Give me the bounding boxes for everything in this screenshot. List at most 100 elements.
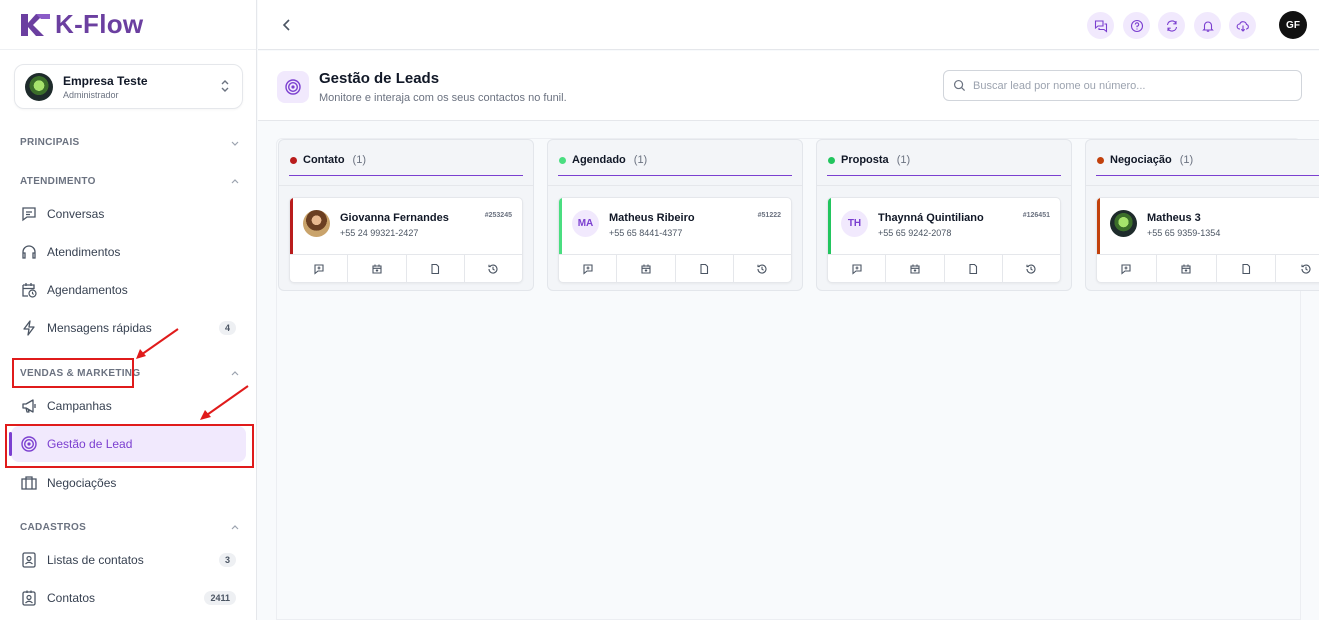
sidebar-item-contatos[interactable]: Contatos 2411 [11,580,246,616]
status-dot [1097,156,1104,164]
chat-bubbles-icon [1094,19,1107,33]
page-subtitle: Monitore e interaja com os seus contacto… [319,92,567,104]
annotation-box-vendas [12,358,134,388]
card-action-button[interactable] [559,255,618,282]
kanban-column: Negociação (1) Matheus 3 +55 65 9359-135… [1085,139,1319,291]
column-count: (1) [633,154,648,166]
card-action-button[interactable] [617,255,676,282]
sidebar-item-mensagens-rapidas[interactable]: Mensagens rápidas 4 [11,310,246,346]
search-input[interactable] [973,79,1293,92]
lead-id: #126451 [1022,212,1050,219]
lead-card[interactable]: MA Matheus Ribeiro +55 65 8441-4377 #512… [558,197,792,283]
history-icon [1026,264,1036,274]
card-stripe [559,198,562,255]
card-action-button[interactable] [290,255,349,282]
count-badge: 3 [218,553,236,567]
chevron-down-icon [231,141,239,146]
section-label: CADASTROS [20,522,87,533]
card-action-button[interactable] [828,255,887,282]
calendar-clock-icon [22,283,37,298]
kanban-column: Proposta (1) TH Thaynná Quintiliano +55 … [816,139,1072,291]
card-action-button[interactable] [348,255,407,282]
section-atendimento[interactable]: ATENDIMENTO [20,176,240,187]
top-bar: GF [258,0,1319,50]
card-action-button[interactable] [1157,255,1217,282]
messages-button[interactable] [1087,12,1114,39]
refresh-button[interactable] [1158,12,1185,39]
column-divider [1096,175,1319,176]
card-action-button[interactable] [1276,255,1319,282]
search-box[interactable] [943,70,1302,101]
sidebar-item-agendamentos[interactable]: Agendamentos [11,272,246,308]
search-icon [953,79,966,92]
cloud-download-icon [1236,20,1249,32]
lead-name: Giovanna Fernandes [340,212,449,224]
sidebar-item-label: Negociações [47,476,117,490]
section-cadastros[interactable]: CADASTROS [20,522,240,533]
sidebar-item-atendimentos[interactable]: Atendimentos [11,234,246,270]
card-action-button[interactable] [676,255,734,282]
sidebar-item-listas-de-contatos[interactable]: Listas de contatos 3 [11,542,246,578]
history-icon [1301,264,1311,274]
user-avatar[interactable]: GF [1279,11,1307,39]
card-action-button[interactable] [1097,255,1157,282]
column-name: Agendado [572,154,626,166]
page-header: Gestão de Leads Monitore e interaja com … [258,51,1319,121]
lead-card[interactable]: TH Thaynná Quintiliano +55 65 9242-2078 … [827,197,1061,283]
lead-name: Matheus 3 [1147,212,1201,224]
schedule-icon [1181,264,1191,274]
column-divider [827,175,1061,176]
card-actions [290,254,522,282]
document-icon [431,263,440,275]
kanban-column: Contato (1) Giovanna Fernandes +55 24 99… [278,139,534,291]
document-icon [700,263,709,275]
lead-card[interactable]: Matheus 3 +55 65 9359-1354 #5 [1096,197,1319,283]
sidebar-item-negociacoes[interactable]: Negociações [11,465,246,501]
lead-phone: +55 65 9359-1354 [1147,228,1221,238]
sidebar-item-conversas[interactable]: Conversas [11,196,246,232]
document-icon [969,263,978,275]
kanban-column: Agendado (1) MA Matheus Ribeiro +55 65 8… [547,139,803,291]
card-actions [559,254,791,282]
app-logo[interactable]: K-Flow [0,0,256,50]
column-title: Negociação (1) [1097,154,1193,166]
add-note-icon [314,264,324,275]
card-action-button[interactable] [886,255,945,282]
column-header: Proposta (1) [817,140,1071,186]
help-button[interactable] [1123,12,1150,39]
contact-list-icon [22,552,36,568]
column-header: Negociação (1) [1086,140,1319,186]
card-action-button[interactable] [1217,255,1277,282]
column-count: (1) [896,154,911,166]
column-name: Contato [303,154,345,166]
company-avatar [25,72,53,101]
card-action-button[interactable] [734,255,791,282]
column-title: Proposta (1) [828,154,910,166]
lead-card[interactable]: Giovanna Fernandes +55 24 99321-2427 #25… [289,197,523,283]
annotation-arrow-icon [200,385,249,420]
page-title: Gestão de Leads [319,70,440,87]
card-action-button[interactable] [465,255,522,282]
lead-name: Thaynná Quintiliano [878,212,984,224]
column-divider [558,175,792,176]
column-title: Contato (1) [290,154,366,166]
section-principais[interactable]: PRINCIPAIS [20,137,240,148]
avatar [1110,210,1137,237]
card-action-button[interactable] [1003,255,1060,282]
notifications-button[interactable] [1194,12,1221,39]
card-actions [1097,254,1319,282]
chevron-up-icon [231,524,239,529]
column-count: (1) [352,154,366,166]
sidebar-item-label: Listas de contatos [47,553,144,567]
company-switcher[interactable]: Empresa Teste Administrador [14,64,243,109]
card-actions [828,254,1060,282]
lead-phone: +55 65 8441-4377 [609,228,683,238]
status-dot [559,156,566,164]
column-divider [289,175,523,176]
section-label: ATENDIMENTO [20,176,96,187]
card-action-button[interactable] [945,255,1003,282]
sidebar-item-label: Contatos [47,591,96,605]
chevron-left-icon[interactable] [278,16,296,34]
card-action-button[interactable] [407,255,465,282]
download-button[interactable] [1229,12,1256,39]
